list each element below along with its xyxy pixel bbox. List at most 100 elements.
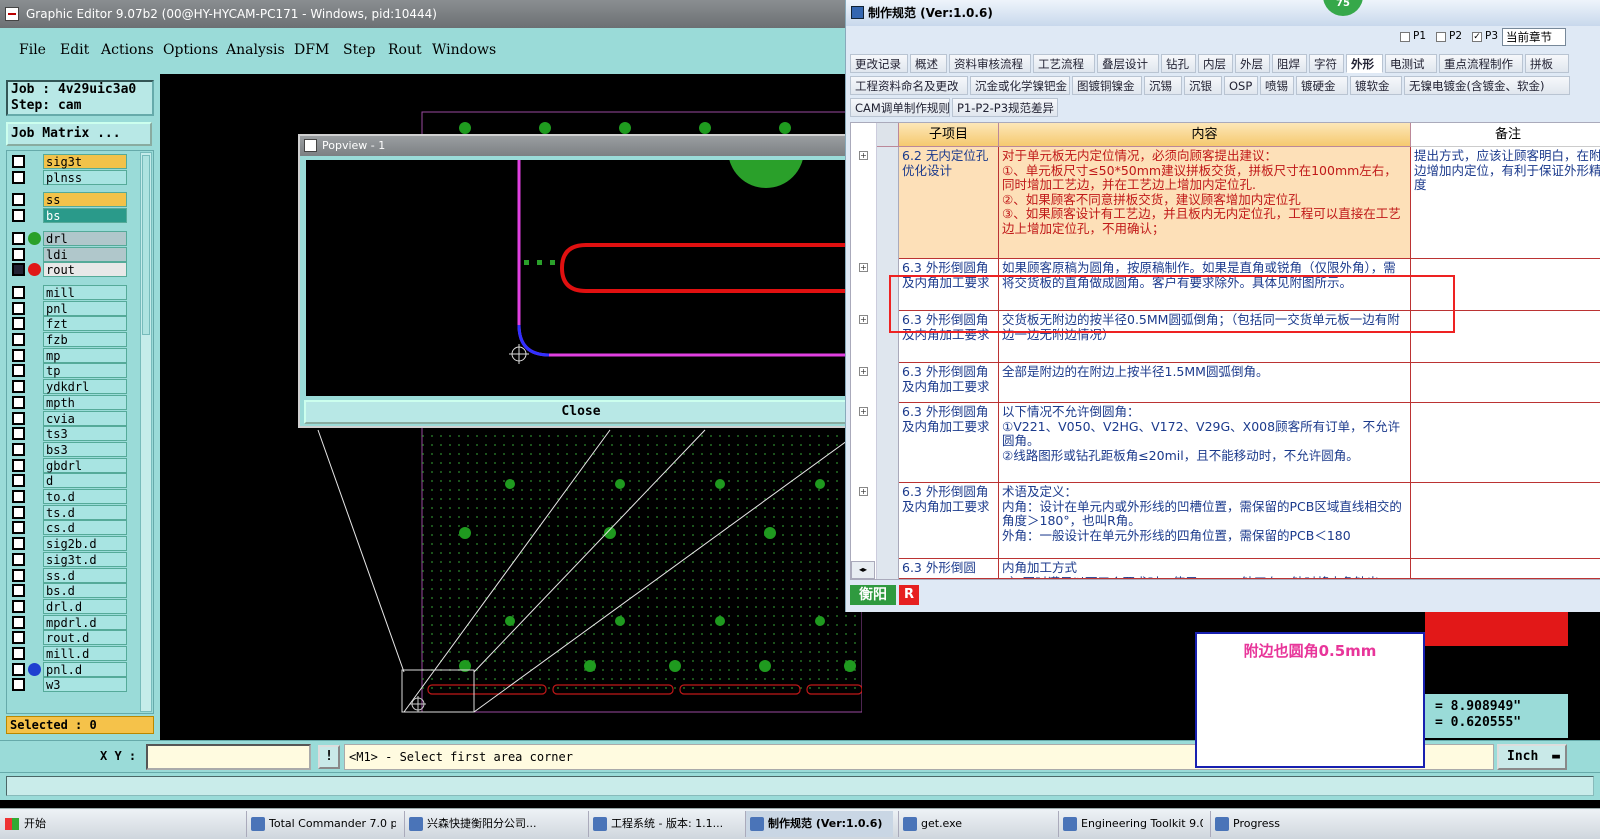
layer-checkbox[interactable] (12, 552, 25, 566)
layer-checkbox[interactable] (12, 662, 25, 676)
layer-scrollbar[interactable] (140, 152, 152, 712)
cell-content[interactable]: 对于单元板无内定位情况，必须向顾客提出建议： ①、单元板尺寸≤50*50mm建议… (999, 147, 1411, 259)
layer-row[interactable]: gbdrl (10, 457, 127, 473)
tab-tabs_row2-5[interactable]: OSP (1224, 76, 1258, 95)
layer-checkbox[interactable] (12, 395, 25, 409)
taskbar-item[interactable]: get.exe (898, 811, 1048, 837)
close-button[interactable]: Close (304, 400, 858, 424)
tab-tabs_row1-13[interactable]: 拼板 (1525, 54, 1569, 73)
layer-row[interactable]: mp (10, 347, 127, 363)
menu-step[interactable]: Step (343, 42, 375, 58)
layer-checkbox[interactable] (12, 301, 25, 315)
layer-row[interactable]: to.d (10, 489, 127, 504)
layer-checkbox[interactable] (12, 155, 25, 168)
cell-content[interactable]: 内角加工方式 1）同时满足以下三个要求时，使用0.8mm钻刀在一钻时将内角钻出 (999, 559, 1411, 579)
layer-row[interactable]: bs (10, 208, 127, 224)
p1-checkbox[interactable] (1400, 32, 1410, 42)
layer-row[interactable]: bs3 (10, 441, 127, 457)
taskbar-item[interactable]: 兴森快捷衡阳分公司... (404, 811, 579, 837)
tab-tabs_row3-1[interactable]: P1-P2-P3规范差异 (952, 98, 1058, 117)
layer-checkbox[interactable] (12, 678, 25, 692)
layer-checkbox[interactable] (12, 364, 25, 378)
layer-row[interactable]: fzb (10, 332, 127, 347)
tab-tabs_row1-9[interactable]: 字符 (1309, 54, 1344, 73)
layer-row[interactable]: plnss (10, 169, 127, 185)
menu-dfm[interactable]: DFM (294, 42, 329, 58)
layer-row[interactable]: tp (10, 363, 127, 379)
tab-tabs_row1-1[interactable]: 概述 (910, 54, 947, 73)
cell-sub[interactable]: 6.2 无内定位孔优化设计 (899, 147, 999, 259)
layer-row[interactable]: ldi (10, 246, 127, 262)
popview-canvas[interactable] (306, 112, 858, 396)
cell-sub[interactable]: 6.3 外形倒圆角及内角加工要求 (899, 363, 999, 403)
layer-row[interactable]: ss.d (10, 567, 127, 583)
cell-content[interactable]: 术语及定义： 内角：设计在单元内或外形线的凹槽位置，需保留的PCB区域直线相交的… (999, 483, 1411, 559)
layer-row[interactable]: pnl.d (10, 661, 127, 677)
layer-checkbox[interactable] (12, 209, 25, 223)
layer-checkbox[interactable] (12, 474, 25, 488)
tab-tabs_row1-0[interactable]: 更改记录 (850, 54, 908, 73)
cell-note[interactable] (1411, 559, 1600, 579)
layer-checkbox[interactable] (12, 631, 25, 645)
cell-content[interactable]: 以下情况不允许倒圆角： ①V221、V050、V2HG、V172、V29G、X0… (999, 403, 1411, 483)
layer-checkbox[interactable] (12, 615, 25, 629)
tab-tabs_row2-0[interactable]: 工程资料命名及更改 (850, 76, 968, 95)
tab-tabs_row1-4[interactable]: 叠层设计 (1097, 54, 1159, 73)
cell-note[interactable] (1411, 363, 1600, 403)
tab-tabs_row1-5[interactable]: 钻孔 (1161, 54, 1196, 73)
layer-row[interactable]: cs.d (10, 520, 127, 536)
layer-row[interactable]: sig3t (10, 154, 127, 169)
cell-sub[interactable]: 6.3 外形倒圆 (899, 559, 999, 579)
tab-tabs_row2-8[interactable]: 镀软金 (1350, 76, 1402, 95)
expand-icon[interactable]: + (859, 151, 868, 160)
layer-checkbox[interactable] (12, 333, 25, 346)
layer-checkbox[interactable] (12, 505, 25, 519)
layer-row[interactable]: bs.d (10, 583, 127, 599)
expand-icon[interactable]: + (859, 263, 868, 272)
tab-tabs_row1-8[interactable]: 阻焊 (1272, 54, 1307, 73)
tab-tabs_row2-3[interactable]: 沉锡 (1144, 76, 1182, 95)
layer-checkbox[interactable] (12, 285, 25, 299)
menu-edit[interactable]: Edit (60, 42, 89, 58)
scope-select[interactable]: 当前章节 (1502, 28, 1566, 46)
units-select[interactable]: Inch ▬ (1497, 744, 1567, 770)
cell-note[interactable] (1411, 483, 1600, 559)
info-icon[interactable]: ! (318, 745, 340, 769)
cell-sub[interactable]: 6.3 外形倒圆角及内角加工要求 (899, 403, 999, 483)
layer-checkbox[interactable] (12, 427, 25, 441)
tab-tabs_row1-10[interactable]: 外形 (1346, 54, 1383, 73)
tab-tabs_row1-11[interactable]: 电测试 (1385, 54, 1437, 73)
expand-icon[interactable]: + (859, 367, 868, 376)
taskbar-item[interactable]: Total Commander 7.0 p... (246, 811, 396, 837)
layer-checkbox[interactable] (12, 568, 25, 582)
menu-options[interactable]: Options (163, 42, 218, 58)
layer-row[interactable]: sig3t.d (10, 551, 127, 567)
layer-row[interactable]: ss (10, 192, 127, 208)
layer-checkbox[interactable] (12, 584, 25, 598)
layer-row[interactable]: ydkdrl (10, 379, 127, 395)
taskbar-item[interactable]: Engineering Toolkit 9.07... (1058, 811, 1203, 837)
tab-tabs_row3-0[interactable]: CAM调单制作规则 (850, 98, 950, 117)
job-matrix-button[interactable]: Job Matrix ... (6, 122, 152, 146)
cell-sub[interactable]: 6.3 外形倒圆角及内角加工要求 (899, 483, 999, 559)
layer-row[interactable]: ts.d (10, 504, 127, 520)
menu-windows[interactable]: Windows (432, 42, 496, 58)
p2-checkbox[interactable] (1436, 32, 1446, 42)
layer-row[interactable]: drl (10, 230, 127, 246)
menu-analysis[interactable]: Analysis (226, 42, 285, 58)
tab-tabs_row1-12[interactable]: 重点流程制作 (1439, 54, 1523, 73)
tab-tabs_row1-6[interactable]: 内层 (1198, 54, 1233, 73)
layer-checkbox[interactable] (12, 348, 25, 362)
cell-content[interactable]: 全部是附边的在附边上按半径1.5MM圆弧倒角。 (999, 363, 1411, 403)
cell-note[interactable] (1411, 403, 1600, 483)
layer-checkbox[interactable] (12, 170, 25, 184)
menu-file[interactable]: File (19, 42, 46, 58)
xy-input[interactable] (146, 744, 311, 770)
layer-row[interactable]: w3 (10, 677, 127, 693)
expand-icon[interactable]: + (859, 487, 868, 496)
start-button[interactable]: 开始 (0, 811, 60, 837)
layer-checkbox[interactable] (12, 537, 25, 551)
taskbar-item[interactable]: 制作规范 (Ver:1.0.6) (745, 811, 893, 837)
layer-checkbox[interactable] (12, 490, 25, 503)
layer-row[interactable]: mill.d (10, 646, 127, 661)
